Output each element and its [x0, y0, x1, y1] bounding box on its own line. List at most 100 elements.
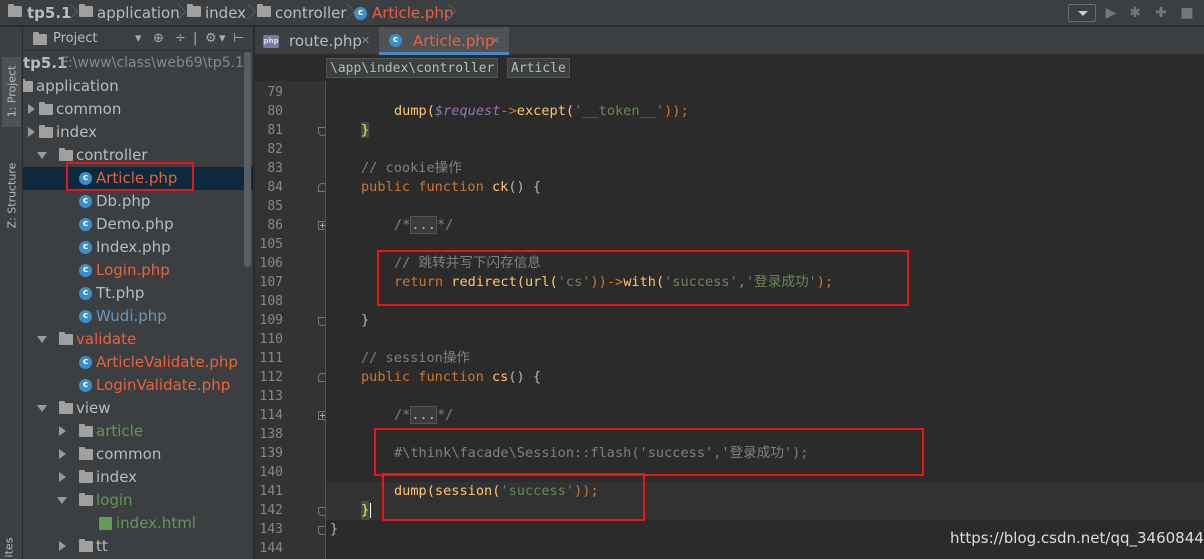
tree-item-label: common: [96, 445, 162, 463]
line-number: 80: [267, 104, 283, 119]
tree-folder-tt[interactable]: tt: [23, 535, 253, 558]
folded-code-marker[interactable]: ...: [410, 216, 437, 234]
chevron-down-icon[interactable]: ▾: [135, 31, 142, 46]
expand-arrow-icon[interactable]: [59, 541, 66, 551]
line-number: 141: [259, 484, 283, 499]
structure-tool-tab[interactable]: Z: Structure: [2, 157, 21, 237]
project-view-selector[interactable]: Project: [53, 31, 97, 46]
expand-arrow-icon[interactable]: [59, 449, 66, 459]
tree-folder-view-common[interactable]: common: [23, 443, 253, 466]
chevron-down-icon[interactable]: ▾: [219, 31, 226, 46]
code-line-81: }: [361, 122, 370, 138]
line-number: 81: [267, 123, 283, 138]
expand-arrow-icon[interactable]: [28, 127, 35, 137]
tree-item-label: Index.php: [96, 238, 171, 256]
hide-panel-icon[interactable]: ⊢: [233, 31, 244, 46]
tree-folder-validate[interactable]: validate: [23, 328, 253, 351]
run-icon[interactable]: ▶: [1104, 3, 1118, 23]
coverage-icon[interactable]: ✚: [1153, 3, 1169, 23]
tree-folder-index[interactable]: index: [23, 121, 253, 144]
breadcrumb-index[interactable]: index: [205, 3, 246, 23]
gear-icon[interactable]: ⚙: [205, 31, 217, 46]
expand-arrow-icon[interactable]: [59, 472, 66, 482]
tree-item-label: ArticleValidate.php: [96, 353, 238, 371]
tree-file-index[interactable]: c Index.php: [23, 236, 253, 259]
tree-scrollbar[interactable]: [244, 52, 251, 267]
scroll-from-source-icon[interactable]: ⊕: [153, 31, 164, 46]
tab-label: Article.php: [413, 32, 495, 50]
tree-file-db[interactable]: c Db.php: [23, 190, 253, 213]
tree-file-index-html[interactable]: index.html: [23, 512, 253, 535]
code-line-83: // cookie操作: [361, 160, 462, 176]
tab-label: route.php: [289, 32, 362, 50]
collapse-arrow-icon[interactable]: [37, 336, 47, 343]
class-crumb[interactable]: Article: [507, 58, 570, 78]
tree-folder-view-index[interactable]: index: [23, 466, 253, 489]
line-number: 109: [259, 313, 283, 328]
line-number: 86: [267, 218, 283, 233]
expand-arrow-icon[interactable]: [28, 104, 35, 114]
divider-icon: |: [193, 31, 198, 46]
tree-item-label: LoginValidate.php: [96, 376, 231, 394]
project-tree: tp5.1 F:\www\class\web69\tp5.1 applicati…: [23, 52, 253, 559]
highlight-box-session-flash: [374, 428, 924, 476]
favorites-tool-tab-label: ites: [2, 537, 16, 558]
tree-file-tt[interactable]: c Tt.php: [23, 282, 253, 305]
collapse-arrow-icon[interactable]: [37, 405, 47, 412]
folder-icon: [59, 401, 73, 414]
php-class-icon: c: [79, 195, 92, 208]
highlight-box-article-file: [66, 162, 194, 191]
tree-file-wudi[interactable]: c Wudi.php: [23, 305, 253, 328]
collapse-arrow-icon[interactable]: [57, 497, 67, 504]
tree-item-label: login: [96, 491, 133, 509]
tree-folder-article[interactable]: article: [23, 420, 253, 443]
tree-item-label: validate: [76, 330, 137, 348]
structure-tool-tab-label: Z: Structure: [5, 162, 19, 229]
line-number: 84: [267, 180, 283, 195]
namespace-crumb[interactable]: \app\index\controller: [326, 58, 499, 78]
tree-folder-common[interactable]: common: [23, 98, 253, 121]
breadcrumb-controller[interactable]: controller: [275, 3, 347, 23]
project-tool-tab[interactable]: 1: Project: [2, 57, 21, 127]
code-line-112: public function cs() {: [361, 369, 542, 385]
html-file-icon: [99, 517, 112, 530]
tree-folder-view[interactable]: view: [23, 397, 253, 420]
chevron-right-icon: [244, 1, 254, 25]
close-icon[interactable]: ✕: [361, 27, 370, 55]
favorites-tool-tab[interactable]: ites: [2, 527, 21, 559]
folded-code-marker[interactable]: ...: [410, 406, 437, 424]
tree-root[interactable]: tp5.1 F:\www\class\web69\tp5.1: [23, 52, 253, 75]
close-icon[interactable]: ✕: [491, 27, 500, 55]
php-class-icon: c: [389, 34, 402, 47]
tree-folder-login[interactable]: login: [23, 489, 253, 512]
tab-route-php[interactable]: php route.php ✕: [255, 27, 378, 55]
expand-arrow-icon[interactable]: [59, 426, 66, 436]
breadcrumb-application[interactable]: application: [97, 3, 180, 23]
tree-file-article-validate[interactable]: c ArticleValidate.php: [23, 351, 253, 374]
tree-item-label: Db.php: [96, 192, 151, 210]
code-line-80: dump($request->except('__token__'));: [394, 103, 689, 119]
tree-item-label: index: [96, 468, 138, 486]
collapse-all-icon[interactable]: ÷: [175, 31, 186, 46]
tree-item-label: Login.php: [96, 261, 170, 279]
debug-icon[interactable]: ✱: [1127, 3, 1143, 23]
tab-article-php[interactable]: c Article.php ✕: [379, 27, 509, 55]
stop-icon[interactable]: ■: [1179, 3, 1195, 23]
php-class-icon: c: [79, 264, 92, 277]
chevron-right-icon: [343, 1, 353, 25]
highlight-box-dump-session: [382, 473, 645, 521]
left-tool-strip: 1: Project Z: Structure ites: [0, 27, 23, 559]
tree-file-login-validate[interactable]: c LoginValidate.php: [23, 374, 253, 397]
tree-folder-application[interactable]: application: [23, 75, 253, 98]
line-number: 143: [259, 522, 283, 537]
run-configuration-dropdown[interactable]: [1068, 4, 1096, 22]
tree-file-demo[interactable]: c Demo.php: [23, 213, 253, 236]
tree-item-label: article: [96, 422, 144, 440]
code-line-111: // session操作: [361, 350, 471, 366]
tree-root-path: F:\www\class\web69\tp5.1: [61, 55, 245, 71]
tree-file-login[interactable]: c Login.php: [23, 259, 253, 282]
folder-icon: [8, 4, 22, 17]
collapse-arrow-icon[interactable]: [37, 152, 47, 159]
tree-item-label: tt: [96, 537, 108, 555]
text-caret: [370, 503, 371, 518]
